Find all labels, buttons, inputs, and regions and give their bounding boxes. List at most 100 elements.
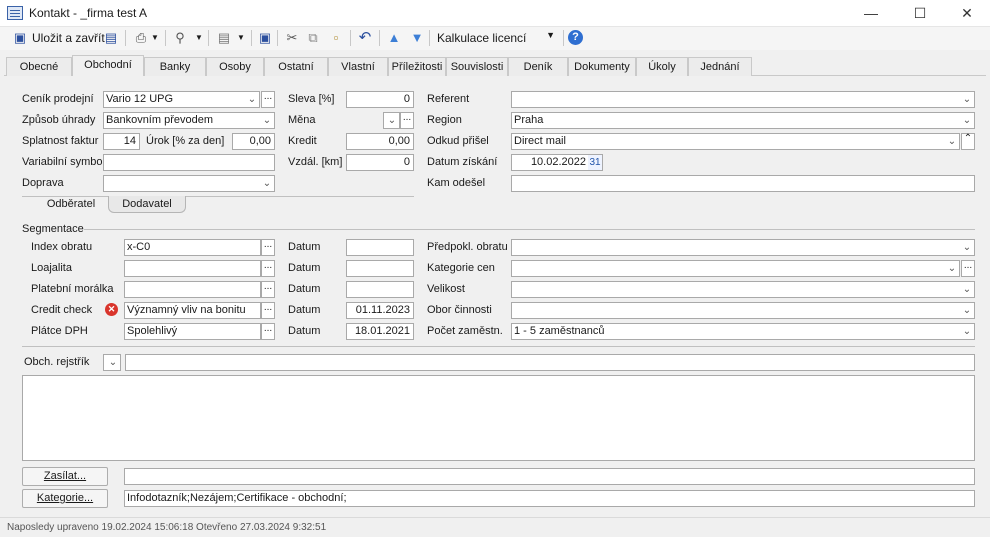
chevron-down-icon[interactable]: ⌄ bbox=[245, 92, 259, 107]
moralka-input[interactable] bbox=[124, 281, 261, 298]
toolbar-combo[interactable]: Kalkulace licencí ▼ bbox=[433, 29, 559, 48]
subtab-odberatel[interactable]: Odběratel bbox=[36, 196, 106, 213]
platce-input[interactable]: Spolehlivý bbox=[124, 323, 261, 340]
chevron-down-icon[interactable]: ▼ bbox=[236, 30, 246, 46]
chevron-down-icon[interactable]: ⌄ bbox=[260, 176, 274, 191]
splatnost-input[interactable]: 14 bbox=[103, 133, 140, 150]
calendar-icon[interactable]: 31 bbox=[588, 155, 602, 170]
minimize-button[interactable]: — bbox=[848, 0, 894, 27]
tab-ostatni[interactable]: Ostatní bbox=[264, 57, 328, 76]
cenik-label: Ceník prodejní bbox=[22, 93, 94, 105]
velikost-select[interactable]: ⌄ bbox=[511, 281, 975, 298]
zasilat-input[interactable] bbox=[124, 468, 975, 485]
region-select[interactable]: Praha ⌄ bbox=[511, 112, 975, 129]
subtab-dodavatel[interactable]: Dodavatel bbox=[108, 196, 186, 213]
chevron-down-icon[interactable]: ⌄ bbox=[106, 355, 120, 370]
disk-icon[interactable]: ▣ bbox=[257, 30, 273, 46]
tab-obecne[interactable]: Obecné bbox=[6, 57, 72, 76]
tab-obchodni[interactable]: Obchodní bbox=[72, 55, 144, 76]
chevron-down-icon[interactable]: ⌄ bbox=[945, 261, 959, 276]
chevron-down-icon[interactable]: ⌄ bbox=[945, 134, 959, 149]
close-button[interactable]: ✕ bbox=[944, 0, 990, 27]
chevron-down-icon[interactable]: ⌄ bbox=[960, 324, 974, 339]
chevron-down-icon[interactable]: ⌄ bbox=[960, 282, 974, 297]
datum-input[interactable]: 01.11.2023 bbox=[346, 302, 414, 319]
doprava-select[interactable]: ⌄ bbox=[103, 175, 275, 192]
pocet-select[interactable]: 1 - 5 zaměstnanců ⌄ bbox=[511, 323, 975, 340]
arrow-down-icon[interactable]: ▼ bbox=[409, 30, 425, 46]
tab-denik[interactable]: Deník bbox=[508, 57, 568, 76]
save-close-button[interactable]: Uložit a zavřít bbox=[32, 29, 105, 48]
index-input[interactable]: x-C0 bbox=[124, 239, 261, 256]
zasilat-button[interactable]: Zasílat... bbox=[22, 467, 108, 486]
tab-banky[interactable]: Banky bbox=[144, 57, 206, 76]
save-icon[interactable]: ▣ bbox=[12, 30, 28, 46]
loajalita-input[interactable] bbox=[124, 260, 261, 277]
cut-icon[interactable]: ✂ bbox=[284, 30, 300, 46]
chevron-down-icon[interactable]: ⌄ bbox=[385, 113, 399, 128]
chevron-down-icon[interactable]: ⌄ bbox=[260, 113, 274, 128]
tab-dokumenty[interactable]: Dokumenty bbox=[568, 57, 636, 76]
datum-input[interactable] bbox=[346, 281, 414, 298]
save-as-icon[interactable]: ▤ bbox=[103, 30, 119, 46]
kredit-input[interactable]: 0,00 bbox=[346, 133, 414, 150]
tab-prilezitosti[interactable]: Příležitosti bbox=[388, 57, 446, 76]
chevron-up-icon[interactable]: ⌃ bbox=[961, 133, 975, 150]
kam-input[interactable] bbox=[511, 175, 975, 192]
chevron-down-icon[interactable]: ⌄ bbox=[960, 303, 974, 318]
platce-browse-button[interactable]: ... bbox=[261, 323, 275, 340]
mena-browse-button[interactable]: ... bbox=[400, 112, 414, 129]
print-preview-icon[interactable]: ⚲ bbox=[172, 30, 188, 46]
cenik-select[interactable]: Vario 12 UPG ⌄ bbox=[103, 91, 260, 108]
rejstrik-select[interactable]: ⌄ bbox=[103, 354, 121, 371]
urok-input[interactable]: 0,00 bbox=[232, 133, 275, 150]
rejstrik-input[interactable] bbox=[125, 354, 975, 371]
moralka-browse-button[interactable]: ... bbox=[261, 281, 275, 298]
sleva-input[interactable]: 0 bbox=[346, 91, 414, 108]
datum-input[interactable] bbox=[346, 239, 414, 256]
export-icon[interactable]: ▤ bbox=[216, 30, 232, 46]
vzdal-input[interactable]: 0 bbox=[346, 154, 414, 171]
tab-souvislosti[interactable]: Souvislosti bbox=[446, 57, 508, 76]
index-browse-button[interactable]: ... bbox=[261, 239, 275, 256]
pocet-label: Počet zaměstn. bbox=[427, 325, 503, 337]
varsym-input[interactable] bbox=[103, 154, 275, 171]
credit-browse-button[interactable]: ... bbox=[261, 302, 275, 319]
kategorie-cen-browse-button[interactable]: ... bbox=[961, 260, 975, 277]
datum-input[interactable]: 18.01.2021 bbox=[346, 323, 414, 340]
kategorie-input[interactable]: Infodotazník;Nezájem;Certifikace - obcho… bbox=[124, 490, 975, 507]
credit-input[interactable]: Významný vliv na bonitu bbox=[124, 302, 261, 319]
tab-ukoly[interactable]: Úkoly bbox=[636, 57, 688, 76]
rejstrik-textarea[interactable] bbox=[22, 375, 975, 461]
arrow-up-icon[interactable]: ▲ bbox=[386, 30, 402, 46]
obor-select[interactable]: ⌄ bbox=[511, 302, 975, 319]
chevron-down-icon[interactable]: ⌄ bbox=[960, 113, 974, 128]
chevron-down-icon[interactable]: ⌄ bbox=[960, 240, 974, 255]
help-icon[interactable]: ? bbox=[568, 30, 583, 45]
referent-select[interactable]: ⌄ bbox=[511, 91, 975, 108]
predpokl-select[interactable]: ⌄ bbox=[511, 239, 975, 256]
datum-input[interactable] bbox=[346, 260, 414, 277]
toolbar: ▣ Uložit a zavřít ▤ ⎙ ▼ ⚲ ▼ ▤ ▼ ▣ ✂ ⧉ ▫ … bbox=[0, 27, 990, 50]
chevron-down-icon[interactable]: ⌄ bbox=[960, 92, 974, 107]
tab-jednani[interactable]: Jednání bbox=[688, 57, 752, 76]
varsym-label: Variabilní symbol bbox=[22, 156, 105, 168]
zpusob-select[interactable]: Bankovním převodem ⌄ bbox=[103, 112, 275, 129]
tab-vlastni[interactable]: Vlastní bbox=[328, 57, 388, 76]
cenik-value: Vario 12 UPG bbox=[106, 93, 174, 105]
undo-icon[interactable]: ↶ bbox=[357, 30, 373, 46]
loajalita-browse-button[interactable]: ... bbox=[261, 260, 275, 277]
kategorie-button[interactable]: Kategorie... bbox=[22, 489, 108, 508]
chevron-down-icon[interactable]: ▼ bbox=[194, 30, 204, 46]
kategorie-cen-select[interactable]: ⌄ bbox=[511, 260, 960, 277]
print-icon[interactable]: ⎙ bbox=[133, 30, 149, 46]
datum-ziskani-input[interactable]: 10.02.2022 31 bbox=[511, 154, 603, 171]
mena-select[interactable]: ⌄ bbox=[383, 112, 400, 129]
tab-osoby[interactable]: Osoby bbox=[206, 57, 264, 76]
cenik-browse-button[interactable]: ... bbox=[261, 91, 275, 108]
maximize-button[interactable]: ☐ bbox=[897, 0, 943, 27]
chevron-down-icon[interactable]: ▼ bbox=[150, 30, 160, 46]
copy-icon[interactable]: ⧉ bbox=[305, 30, 321, 46]
paste-icon[interactable]: ▫ bbox=[328, 30, 344, 46]
odkud-select[interactable]: Direct mail ⌄ bbox=[511, 133, 960, 150]
